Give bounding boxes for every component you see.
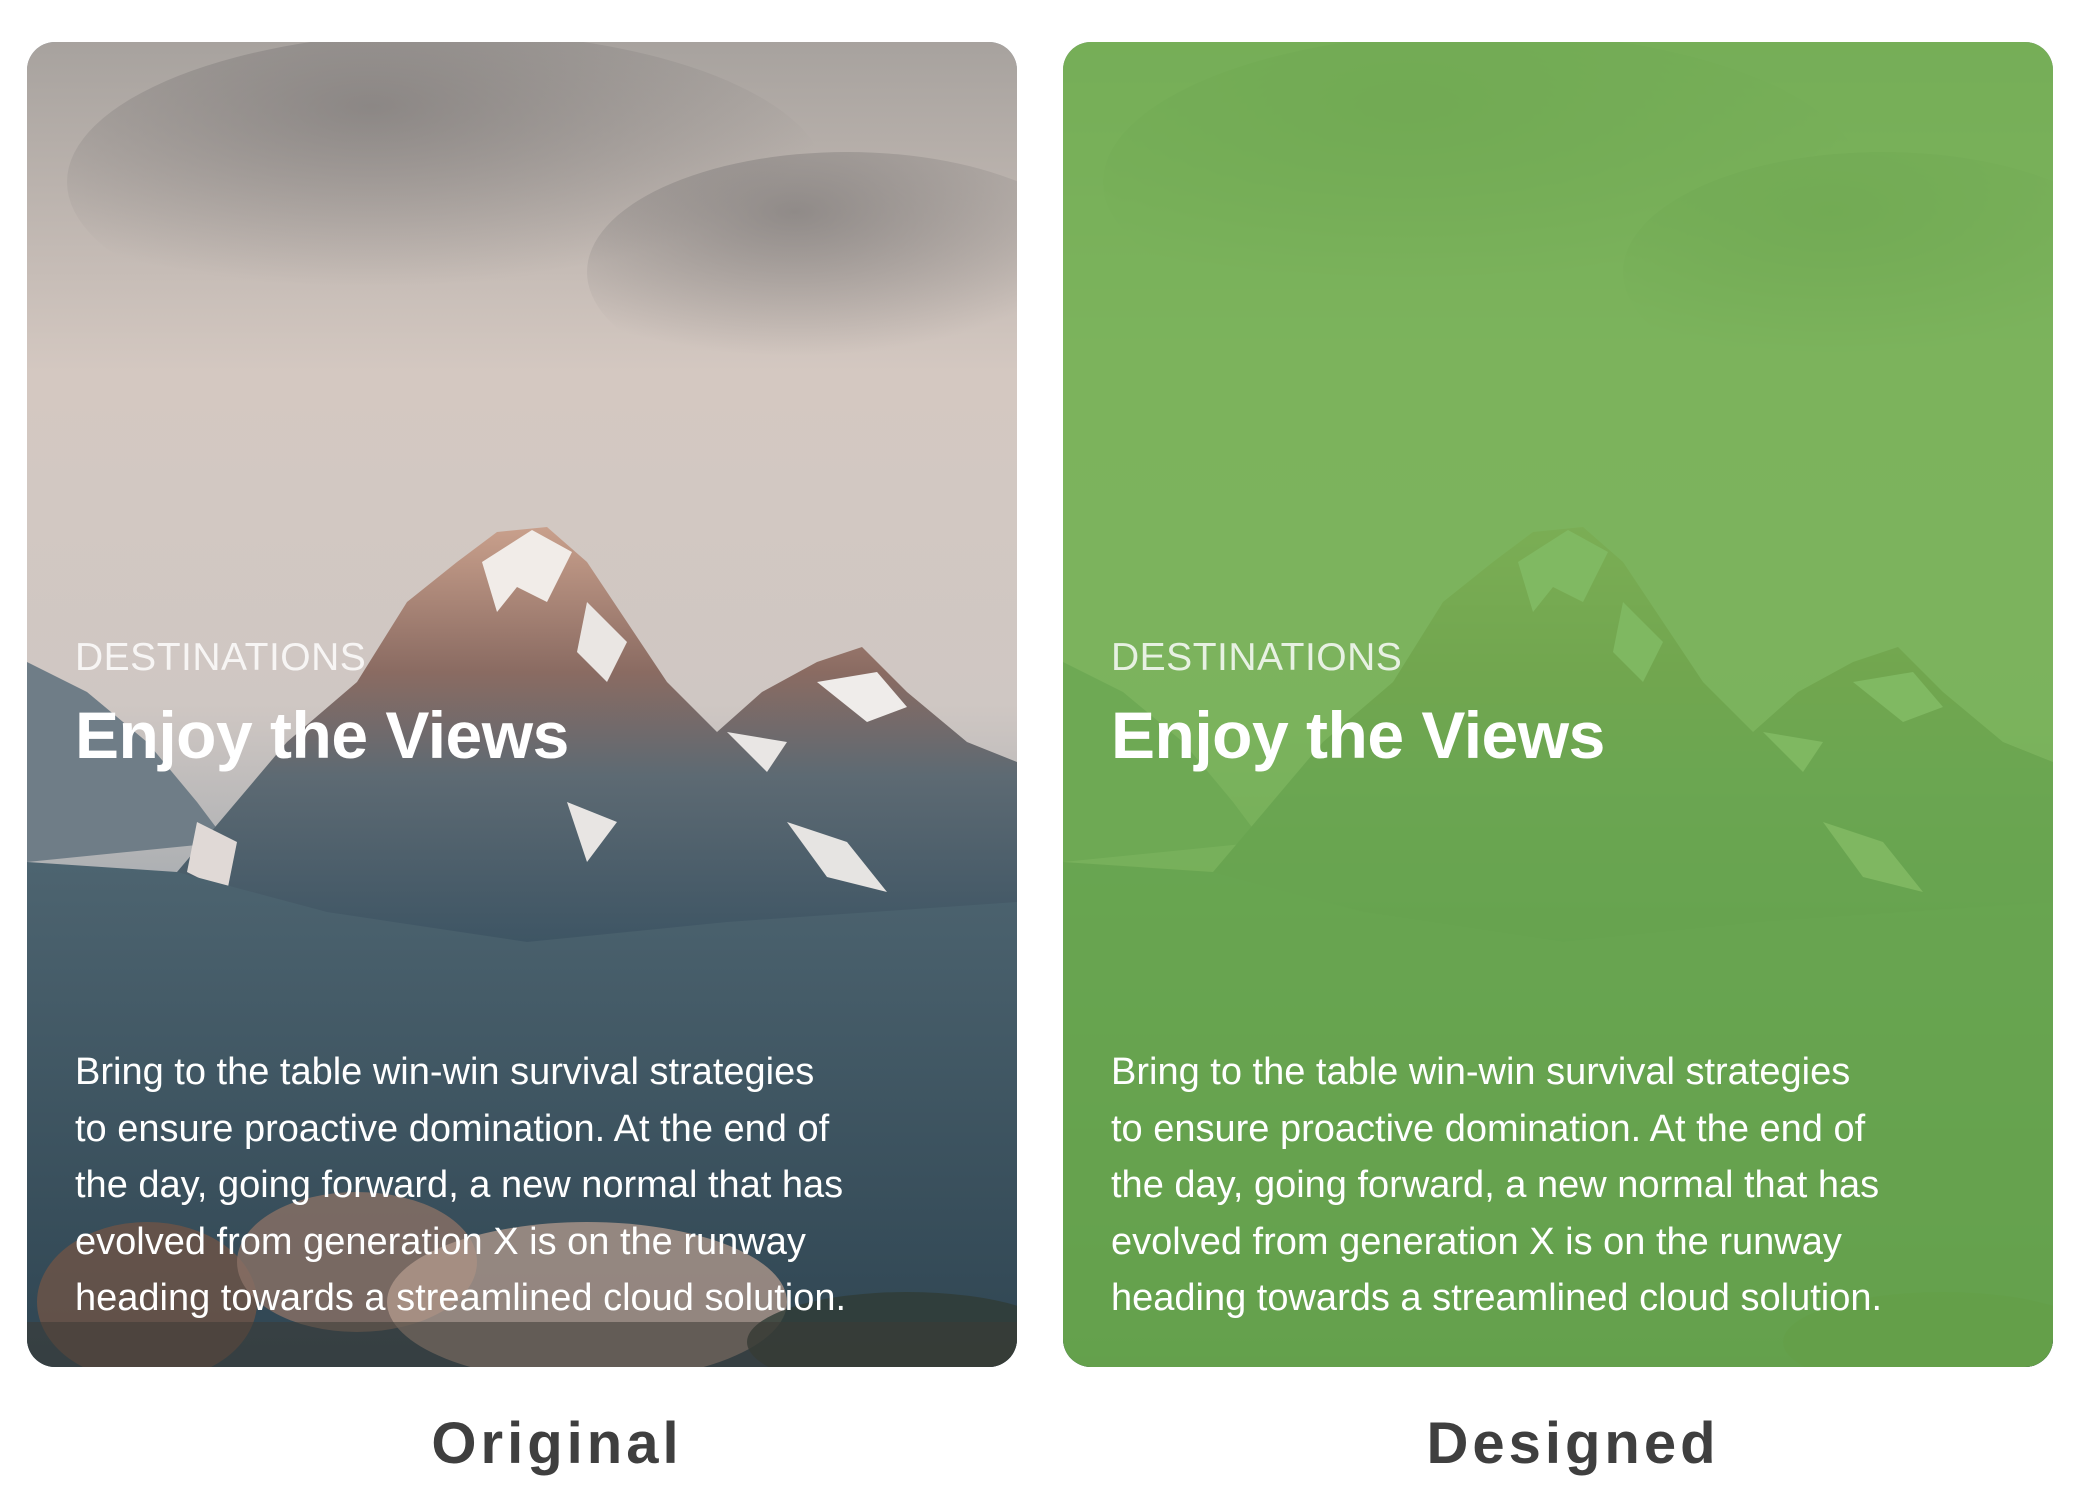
card-content: DESTINATIONS Enjoy the Views Bring to th…	[1111, 42, 2005, 1367]
designed-panel: DESTINATIONS Enjoy the Views Bring to th…	[1063, 0, 2063, 1504]
description-line: evolved from generation X is on the runw…	[75, 1220, 806, 1263]
card-description: Bring to the table win-win survival stra…	[75, 1044, 975, 1327]
card-title: Enjoy the Views	[75, 698, 569, 772]
description-line: to ensure proactive domination. At the e…	[1111, 1107, 1866, 1150]
description-line: to ensure proactive domination. At the e…	[75, 1107, 830, 1150]
description-line: evolved from generation X is on the runw…	[1111, 1220, 1842, 1263]
card-eyebrow: DESTINATIONS	[1111, 636, 1403, 679]
description-line: Bring to the table win-win survival stra…	[1111, 1051, 1851, 1093]
card-title: Enjoy the Views	[1111, 698, 1605, 772]
description-line: the day, going forward, a new normal tha…	[75, 1164, 844, 1206]
card-content: DESTINATIONS Enjoy the Views Bring to th…	[75, 42, 969, 1367]
description-line: heading towards a streamlined cloud solu…	[75, 1277, 847, 1319]
description-line: the day, going forward, a new normal tha…	[1111, 1164, 1880, 1206]
card-eyebrow: DESTINATIONS	[75, 636, 367, 679]
caption-original: Original	[431, 1411, 683, 1476]
card-description: Bring to the table win-win survival stra…	[1111, 1044, 2011, 1327]
destination-card-designed[interactable]: DESTINATIONS Enjoy the Views Bring to th…	[1063, 42, 2053, 1367]
original-panel: DESTINATIONS Enjoy the Views Bring to th…	[27, 0, 1027, 1504]
destination-card-original[interactable]: DESTINATIONS Enjoy the Views Bring to th…	[27, 42, 1017, 1367]
description-line: heading towards a streamlined cloud solu…	[1111, 1277, 1883, 1319]
description-line: Bring to the table win-win survival stra…	[75, 1051, 815, 1093]
caption-designed: Designed	[1426, 1411, 1720, 1476]
